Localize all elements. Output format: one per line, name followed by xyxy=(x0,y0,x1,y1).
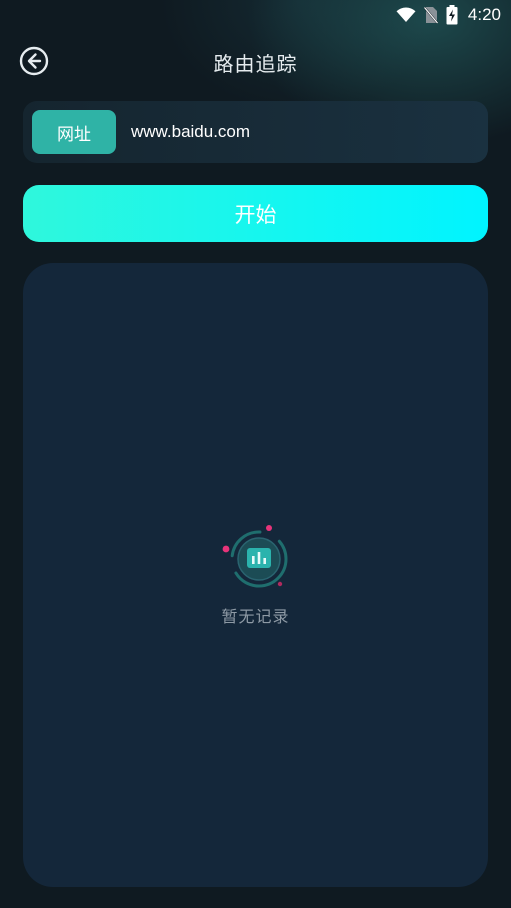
start-button[interactable]: 开始 xyxy=(23,185,488,242)
results-panel: 暂无记录 xyxy=(23,263,488,887)
battery-charging-icon xyxy=(446,5,458,25)
no-sim-icon xyxy=(423,6,438,24)
empty-records-chart-icon xyxy=(222,521,294,593)
wifi-icon xyxy=(396,7,416,23)
url-label: 网址 xyxy=(32,110,116,154)
status-bar: 4:20 xyxy=(0,0,511,30)
top-bar: 路由追踪 xyxy=(0,38,511,82)
url-input[interactable] xyxy=(131,113,471,151)
status-time: 4:20 xyxy=(467,5,501,24)
empty-records-text: 暂无记录 xyxy=(221,607,290,626)
page-title: 路由追踪 xyxy=(213,52,298,76)
url-input-row: 网址 xyxy=(23,101,488,163)
